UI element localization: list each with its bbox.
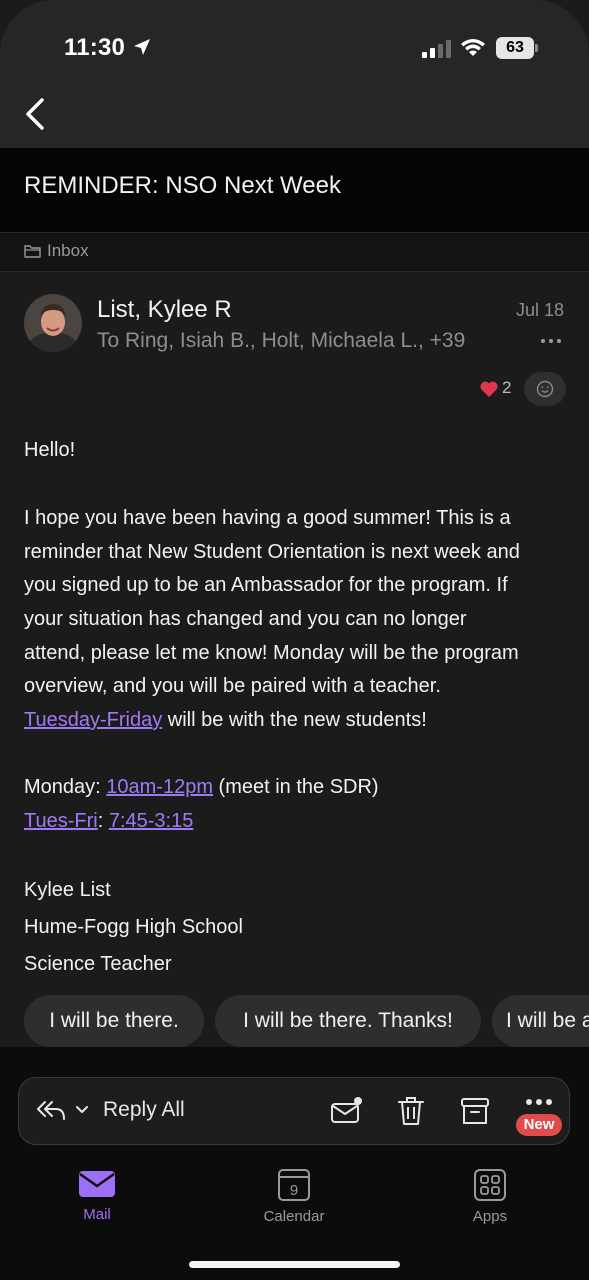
time-link-monday[interactable]: 10am-12pm (106, 776, 213, 798)
email-subject: REMINDER: NSO Next Week (24, 172, 341, 199)
battery-level: 63 (496, 37, 534, 59)
sender-name[interactable]: List, Kylee R (97, 296, 232, 324)
trash-icon[interactable] (395, 1096, 427, 1126)
tab-label: Calendar (263, 1208, 325, 1225)
new-badge: New (516, 1114, 562, 1136)
body-line: attend, please let me know! Monday will … (24, 642, 519, 664)
reply-all-icon[interactable] (36, 1098, 66, 1122)
tab-label: Apps (472, 1208, 508, 1225)
calendar-day: 9 (290, 1182, 298, 1199)
battery-tip (535, 44, 538, 52)
smiley-icon (536, 380, 554, 398)
separator: : (97, 810, 109, 832)
message-date: Jul 18 (515, 300, 564, 320)
mail-icon (79, 1171, 115, 1197)
date-link-tuesday-friday[interactable]: Tuesday-Friday (24, 709, 162, 731)
quick-reply-chip[interactable]: I will be a (492, 995, 589, 1047)
signature-name: Kylee List (24, 879, 111, 901)
more-options-icon[interactable] (540, 338, 562, 344)
recipients-line[interactable]: To Ring, Isiah B., Holt, Michaela L., +3… (97, 329, 465, 353)
tab-label: Mail (83, 1206, 111, 1223)
monday-label: Monday: (24, 776, 107, 798)
device-screen: 11:30 63 REMINDER: NSO Next Week Inbox L… (0, 0, 589, 1280)
wifi-icon (461, 39, 485, 56)
folder-icon (24, 245, 41, 258)
tab-calendar[interactable]: 9 Calendar (239, 1168, 349, 1225)
sender-avatar[interactable] (24, 294, 82, 352)
body-line: your situation has changed and you can n… (24, 608, 467, 630)
time-link-tues-fri[interactable]: 7:45-3:15 (109, 810, 194, 832)
folder-label[interactable]: Inbox (47, 241, 89, 261)
mark-unread-icon[interactable] (330, 1096, 362, 1126)
chevron-down-icon[interactable] (75, 1105, 89, 1115)
back-button[interactable] (20, 94, 56, 134)
apps-grid-icon (474, 1169, 506, 1201)
signature-school: Hume-Fogg High School (24, 916, 243, 938)
tues-fri-line: Tues-Fri: 7:45-3:15 (24, 804, 193, 838)
quick-reply-chip[interactable]: I will be there. Thanks! (215, 995, 481, 1047)
archive-icon[interactable] (459, 1096, 491, 1126)
body-text-span: will be with the new students! (162, 709, 427, 731)
monday-location: (meet in the SDR) (212, 776, 379, 798)
location-arrow-icon (134, 39, 150, 55)
body-line-last: Tuesday-Friday will be with the new stud… (24, 703, 427, 737)
tab-mail[interactable]: Mail (42, 1168, 152, 1223)
tab-apps[interactable]: Apps (435, 1168, 545, 1225)
body-line: overview, and you will be paired with a … (24, 675, 441, 697)
signature-title: Science Teacher (24, 953, 172, 975)
heart-reaction-icon[interactable] (479, 380, 499, 398)
body-line: you signed up to be an Ambassador for th… (24, 574, 508, 596)
quick-reply-chip[interactable]: I will be there. (24, 995, 204, 1047)
cellular-signal-icon (422, 40, 451, 58)
monday-line: Monday: 10am-12pm (meet in the SDR) (24, 770, 379, 804)
battery-indicator: 63 (496, 37, 540, 59)
more-actions-icon[interactable] (523, 1096, 555, 1108)
add-reaction-button[interactable] (524, 372, 566, 406)
body-line: I hope you have been having a good summe… (24, 507, 511, 529)
calendar-icon: 9 (278, 1169, 310, 1201)
body-line: reminder that New Student Orientation is… (24, 541, 520, 563)
status-time: 11:30 (64, 34, 126, 61)
reaction-count: 2 (502, 378, 512, 397)
date-link-tues-fri[interactable]: Tues-Fri (24, 810, 98, 832)
greeting: Hello! (24, 439, 76, 461)
home-indicator[interactable] (189, 1261, 400, 1268)
reply-all-button[interactable]: Reply All (103, 1098, 185, 1122)
